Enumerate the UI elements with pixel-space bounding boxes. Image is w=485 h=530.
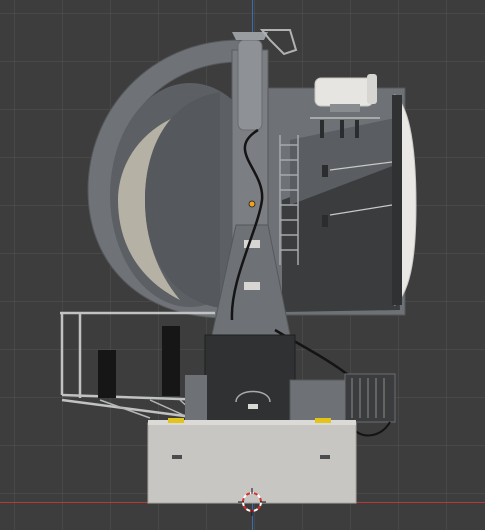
mid-base-slot [248, 404, 258, 409]
top-cylinder-mount [330, 104, 360, 112]
pylon-top-clamp [232, 32, 268, 40]
side-box-left [185, 375, 207, 420]
left-dark-post-2 [162, 326, 180, 396]
pylon-top-tube[interactable] [237, 39, 263, 131]
top-cylinder[interactable] [314, 77, 374, 107]
scene-render[interactable] [0, 0, 485, 530]
selected-object-origin[interactable] [248, 200, 256, 208]
nose-cone-ring [392, 95, 402, 305]
side-box-right [289, 379, 351, 423]
left-dark-post-1 [98, 350, 116, 398]
mid-base[interactable] [204, 334, 296, 424]
top-cylinder-cap [367, 74, 377, 104]
3d-viewport[interactable] [0, 0, 485, 530]
